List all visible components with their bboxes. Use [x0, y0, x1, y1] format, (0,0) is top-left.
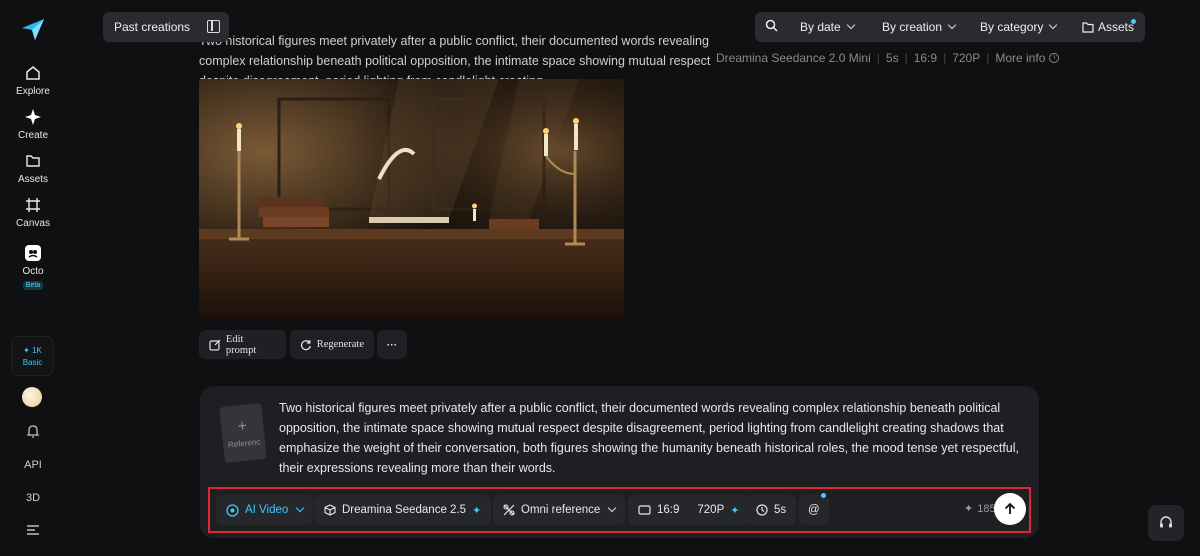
sidebar: Explore Create Assets Canvas Octo Beta ✦…	[0, 0, 66, 556]
filter-bar: By date By creation By category Assets	[755, 12, 1145, 42]
sidebar-item-label: Octo	[22, 266, 44, 277]
sidebar-item-explore[interactable]: Explore	[0, 63, 66, 97]
sparkle-icon: ✦	[730, 504, 740, 517]
credit-cost: ✦ 185	[964, 502, 996, 516]
edit-icon	[209, 339, 221, 351]
headset-icon	[1160, 516, 1172, 528]
meta-ratio: 16:9	[913, 51, 938, 65]
reference-upload[interactable]: + Referenc	[219, 402, 267, 464]
sidebar-item-assets[interactable]: Assets	[0, 151, 66, 185]
arrow-up-icon	[1004, 502, 1016, 514]
folder-icon	[1082, 21, 1094, 33]
at-icon: @	[808, 504, 820, 516]
duration-select[interactable]: 5s	[746, 495, 797, 525]
reference-mode-select[interactable]: Omni reference	[493, 495, 626, 525]
octo-icon	[23, 243, 43, 263]
chevron-down-icon	[846, 20, 855, 30]
credits-amount: ✦ 1K	[23, 345, 42, 355]
sidebar-item-create[interactable]: Create	[0, 107, 66, 141]
sparkle-icon: ✦	[964, 503, 974, 515]
more-actions-button[interactable]: ···	[377, 330, 407, 359]
sidebar-item-octo[interactable]: Octo Beta	[0, 243, 66, 290]
search-button[interactable]	[765, 19, 778, 32]
search-icon	[765, 19, 778, 32]
aspect-ratio-icon	[638, 505, 651, 515]
regenerate-button[interactable]: Regenerate	[290, 330, 374, 359]
video-mode-icon	[226, 503, 239, 517]
sparkle-icon	[23, 107, 43, 127]
sidebar-item-label: Explore	[16, 86, 50, 97]
filter-by-category[interactable]: By category	[980, 20, 1058, 34]
send-button[interactable]	[994, 493, 1026, 525]
prompt-input[interactable]: Two historical figures meet privately af…	[279, 398, 1024, 478]
support-button[interactable]	[1148, 505, 1184, 541]
sidebar-item-canvas[interactable]: Canvas	[0, 195, 66, 229]
refresh-icon	[300, 339, 311, 350]
mode-select[interactable]: AI Video	[216, 495, 314, 525]
filter-by-creation[interactable]: By creation	[882, 20, 957, 34]
beta-badge: Beta	[22, 281, 44, 290]
sparkle-icon: ✦	[472, 504, 482, 517]
meta-resolution: 720P	[952, 51, 981, 65]
chevron-down-icon	[608, 503, 617, 513]
home-icon	[23, 63, 43, 83]
mention-button[interactable]: @	[799, 495, 829, 525]
omni-reference-icon	[503, 504, 515, 516]
filter-by-date[interactable]: By date	[800, 20, 855, 34]
menu-button[interactable]	[0, 524, 66, 539]
meta-duration: 5s	[885, 51, 899, 65]
model-select[interactable]: Dreamina Seedance 2.5 ✦	[314, 495, 492, 525]
reference-label: Referenc	[227, 436, 261, 450]
cube-icon	[324, 504, 336, 516]
canvas-icon	[23, 195, 43, 215]
edit-prompt-button[interactable]: Edit prompt	[199, 330, 286, 359]
sidebar-item-label: Assets	[17, 174, 48, 185]
sidebar-item-label: Canvas	[16, 218, 50, 229]
past-creations-label: Past creations	[114, 20, 191, 34]
sidebar-toggle-icon	[207, 20, 220, 33]
plus-icon: +	[236, 417, 248, 435]
meta-model: Dreamina Seedance 2.0 Mini	[716, 51, 871, 65]
credits-badge[interactable]: ✦ 1K Basic	[11, 336, 54, 376]
more-icon: ···	[386, 338, 398, 351]
prompt-composer: + Referenc Two historical figures meet p…	[200, 386, 1039, 538]
notifications-button[interactable]	[0, 423, 66, 442]
info-icon: i	[1049, 53, 1060, 63]
dreamina-logo[interactable]	[20, 16, 46, 42]
3d-link[interactable]: 3D	[0, 492, 66, 504]
notification-dot	[1131, 19, 1136, 24]
generation-toolbar: AI Video Dreamina Seedance 2.5 ✦ Omni re…	[208, 487, 1031, 533]
chevron-down-icon	[947, 20, 957, 30]
clock-icon	[756, 504, 768, 516]
avatar[interactable]	[22, 387, 42, 407]
chevron-down-icon	[1049, 20, 1058, 30]
menu-icon	[27, 525, 39, 535]
folder-icon	[23, 151, 43, 171]
mention-dot	[821, 493, 826, 498]
candlelit-study-image	[199, 79, 624, 319]
plan-label: Basic	[22, 357, 43, 367]
past-creations-button[interactable]: Past creations	[103, 12, 229, 42]
bell-icon	[26, 425, 40, 438]
sidebar-item-label: Create	[17, 130, 48, 141]
generated-video-thumbnail[interactable]	[199, 79, 624, 319]
assets-filter-button[interactable]: Assets	[1082, 20, 1134, 34]
api-link[interactable]: API	[0, 459, 66, 471]
history-meta: Dreamina Seedance 2.0 Mini | 5s | 16:9 |…	[716, 51, 1060, 65]
chevron-down-icon	[296, 503, 305, 513]
more-info-link[interactable]: More info i	[995, 51, 1060, 65]
ratio-resolution-select[interactable]: 16:9 720P ✦	[628, 495, 750, 525]
